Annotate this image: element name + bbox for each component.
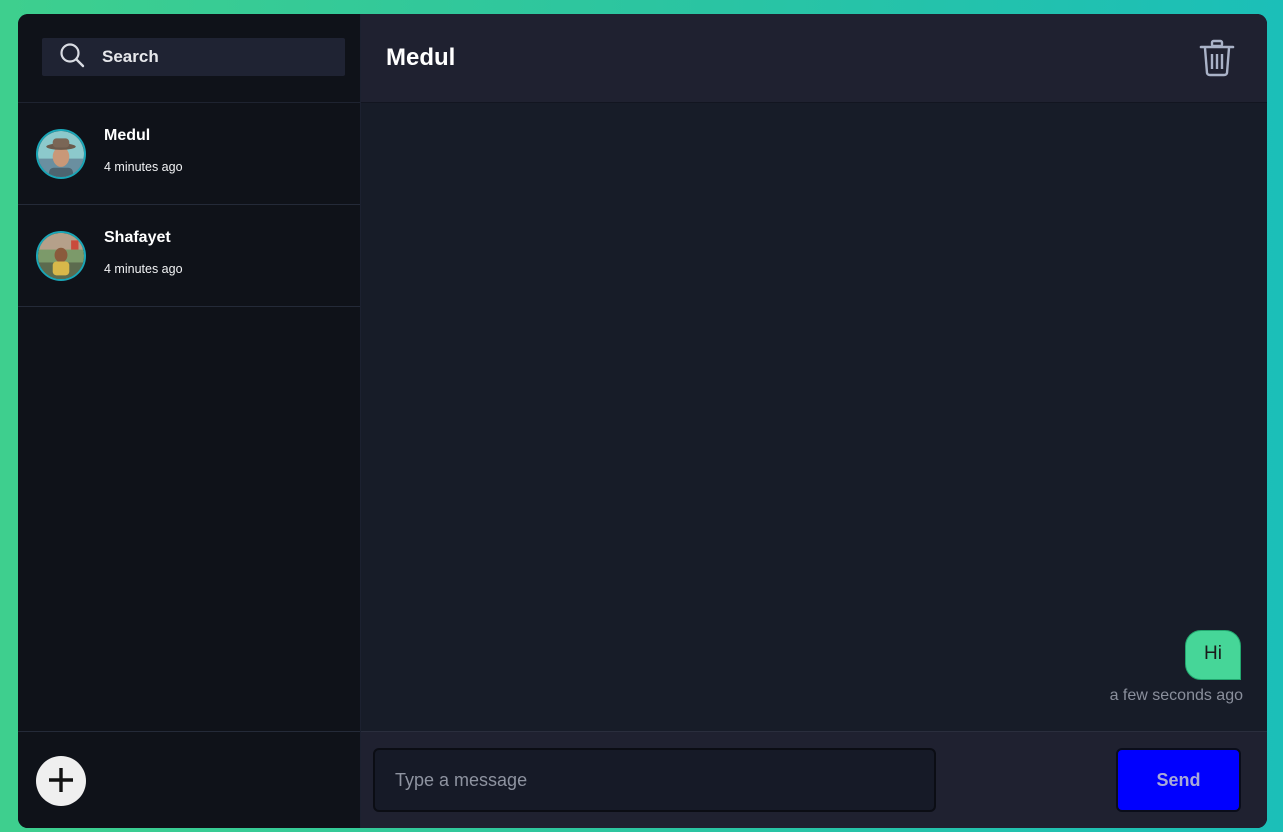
send-button[interactable]: Send — [1116, 748, 1241, 812]
avatar — [36, 128, 86, 179]
contact-item-shafayet[interactable]: Shafayet 4 minutes ago — [18, 205, 360, 307]
search-input[interactable] — [102, 47, 322, 67]
contact-info: Medul 4 minutes ago — [104, 127, 183, 174]
plus-icon — [46, 765, 76, 798]
message-timestamp: a few seconds ago — [1109, 687, 1243, 704]
search-section — [18, 14, 360, 103]
contact-name: Medul — [104, 127, 151, 144]
contact-info: Shafayet 4 minutes ago — [104, 229, 183, 276]
search-icon — [58, 41, 86, 74]
contact-name: Shafayet — [104, 229, 171, 246]
message-bubble-outgoing: Hi — [1185, 630, 1241, 680]
chat-title: Medul — [386, 44, 456, 71]
message-composer: Send — [361, 731, 1267, 828]
trash-icon — [1197, 39, 1237, 81]
chat-panel: Medul Hi a few seconds ago Type a messag… — [361, 14, 1267, 828]
contact-last-seen: 4 minutes ago — [104, 160, 183, 174]
search-box[interactable] — [42, 38, 345, 76]
sidebar-footer — [18, 731, 360, 828]
add-contact-button[interactable] — [36, 756, 86, 806]
contact-item-medul[interactable]: Medul 4 minutes ago — [18, 103, 360, 205]
contact-last-seen: 4 minutes ago — [104, 262, 183, 276]
chat-app-window: Medul 4 minutes ago Shafayet 4 minutes a… — [18, 14, 1267, 828]
message-list[interactable]: Hi a few seconds ago — [361, 103, 1267, 731]
sidebar: Medul 4 minutes ago Shafayet 4 minutes a… — [18, 14, 361, 828]
message-input[interactable] — [373, 748, 936, 812]
avatar — [36, 230, 86, 281]
chat-header: Medul — [361, 14, 1267, 103]
delete-chat-button[interactable] — [1197, 38, 1237, 78]
